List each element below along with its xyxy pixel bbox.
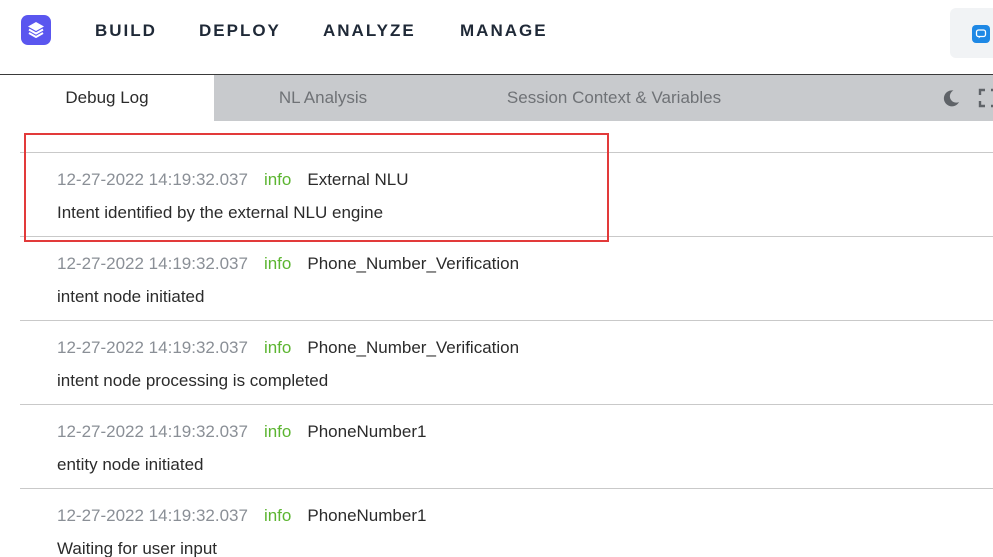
log-entry: 12-27-2022 14:19:32.037 info PhoneNumber1 … bbox=[20, 404, 993, 488]
log-message: Intent identified by the external NLU en… bbox=[57, 203, 384, 222]
log-timestamp: 12-27-2022 14:19:32.037 bbox=[57, 170, 248, 189]
log-message: intent node initiated bbox=[57, 287, 205, 306]
log-entry: 12-27-2022 14:19:32.037 info Phone_Number_… bbox=[20, 236, 993, 320]
chat-bubble-icon bbox=[972, 25, 990, 43]
moon-icon[interactable] bbox=[940, 87, 962, 109]
top-navigation-bar: BUILD DEPLOY ANALYZE MANAGE bbox=[0, 0, 993, 75]
log-level: info bbox=[263, 422, 292, 441]
log-level: info bbox=[263, 338, 292, 357]
chat-button[interactable] bbox=[950, 8, 993, 58]
log-source: External NLU bbox=[307, 170, 409, 189]
log-timestamp: 12-27-2022 14:19:32.037 bbox=[57, 506, 248, 525]
nav-build[interactable]: BUILD bbox=[95, 21, 157, 41]
tab-nl-analysis[interactable]: NL Analysis bbox=[214, 75, 432, 121]
log-message: Waiting for user input bbox=[57, 539, 217, 557]
log-message: entity node initiated bbox=[57, 455, 204, 474]
log-source: PhoneNumber1 bbox=[307, 422, 427, 441]
log-timestamp: 12-27-2022 14:19:32.037 bbox=[57, 422, 248, 441]
log-entry: 12-27-2022 14:19:32.037 info PhoneNumber1 … bbox=[20, 488, 993, 557]
nav-manage[interactable]: MANAGE bbox=[460, 21, 548, 41]
tab-debug-log[interactable]: Debug Log bbox=[0, 75, 214, 121]
layers-logo-icon[interactable] bbox=[21, 15, 51, 45]
log-level: info bbox=[263, 254, 292, 273]
nav-deploy[interactable]: DEPLOY bbox=[199, 21, 281, 41]
log-entry: 12-27-2022 14:19:32.037 info Phone_Number_… bbox=[20, 320, 993, 404]
chat-bubble-glyph bbox=[975, 29, 987, 39]
debug-console-page: BUILD DEPLOY ANALYZE MANAGE Debug Log NL… bbox=[0, 0, 993, 557]
expand-icon[interactable] bbox=[978, 88, 993, 108]
log-message: intent node processing is completed bbox=[57, 371, 329, 390]
debug-tab-bar: Debug Log NL Analysis Session Context & … bbox=[0, 75, 993, 121]
nav-analyze[interactable]: ANALYZE bbox=[323, 21, 416, 41]
log-source: Phone_Number_Verification bbox=[307, 338, 520, 357]
log-source: Phone_Number_Verification bbox=[307, 254, 520, 273]
log-timestamp: 12-27-2022 14:19:32.037 bbox=[57, 254, 248, 273]
log-level: info bbox=[263, 506, 292, 525]
log-timestamp: 12-27-2022 14:19:32.037 bbox=[57, 338, 248, 357]
log-entry: 12-27-2022 14:19:32.037 info External NLU … bbox=[20, 152, 993, 236]
log-level: info bbox=[263, 170, 292, 189]
tab-session-context[interactable]: Session Context & Variables bbox=[432, 75, 796, 121]
layers-logo-glyph bbox=[28, 22, 44, 38]
debug-log-list: 12-27-2022 14:19:32.037 info External NLU … bbox=[20, 152, 993, 557]
log-source: PhoneNumber1 bbox=[307, 506, 427, 525]
